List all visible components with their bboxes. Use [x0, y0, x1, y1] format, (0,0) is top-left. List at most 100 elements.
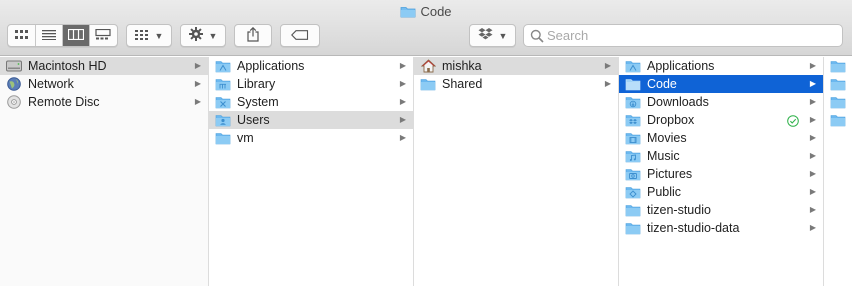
chevron-right-icon: ▶: [809, 151, 817, 160]
dropbox-button[interactable]: ▼: [469, 24, 516, 47]
column-view-icon: [67, 28, 84, 43]
column-volumes: Macintosh HD ▶ Network ▶ Remote Disc ▶: [0, 57, 209, 286]
chevron-right-icon: ▶: [809, 61, 817, 70]
chevron-right-icon: ▶: [399, 133, 407, 142]
list-item[interactable]: [824, 75, 852, 93]
list-item-users[interactable]: Users ▶: [209, 111, 413, 129]
list-item-downloads[interactable]: Downloads ▶: [619, 93, 823, 111]
folder-movies-icon: [625, 131, 641, 145]
folder-music-icon: [625, 149, 641, 163]
chevron-right-icon: ▶: [604, 61, 612, 70]
list-item-label: Network: [28, 77, 74, 91]
list-item-pictures[interactable]: Pictures ▶: [619, 165, 823, 183]
gear-icon: [188, 27, 203, 44]
list-item-movies[interactable]: Movies ▶: [619, 129, 823, 147]
folder-icon: [420, 77, 436, 91]
dropbox-icon: [478, 27, 493, 44]
list-item-network[interactable]: Network ▶: [0, 75, 208, 93]
chevron-right-icon: ▶: [399, 97, 407, 106]
chevron-right-icon: ▶: [809, 205, 817, 214]
list-item-library[interactable]: Library ▶: [209, 75, 413, 93]
list-item-tizen-studio-data[interactable]: tizen-studio-data ▶: [619, 219, 823, 237]
list-item-label: Users: [237, 113, 270, 127]
folder-applications-icon: [215, 59, 231, 73]
list-item-label: Dropbox: [647, 113, 695, 127]
list-item-system[interactable]: System ▶: [209, 93, 413, 111]
list-item-label: Downloads: [647, 95, 709, 109]
folder-dropbox-icon: [625, 113, 641, 127]
list-item-shared[interactable]: Shared ▶: [414, 75, 618, 93]
chevron-right-icon: ▶: [809, 97, 817, 106]
list-item-applications[interactable]: Applications ▶: [209, 57, 413, 75]
chevron-right-icon: ▶: [809, 115, 817, 124]
column-view-button[interactable]: [62, 25, 90, 46]
list-item[interactable]: [824, 57, 852, 75]
list-view-button[interactable]: [36, 25, 63, 46]
share-button[interactable]: [234, 24, 272, 47]
list-item-music[interactable]: Music ▶: [619, 147, 823, 165]
list-item-dropbox[interactable]: Dropbox ▶: [619, 111, 823, 129]
list-item-label: Public: [647, 185, 682, 199]
group-icon: [134, 29, 149, 43]
list-item[interactable]: [824, 93, 852, 111]
share-icon: [247, 26, 259, 45]
column-users: mishka ▶ Shared ▶: [414, 57, 619, 286]
tag-icon: [291, 29, 309, 43]
chevron-right-icon: ▶: [809, 187, 817, 196]
list-item-macintosh-hd[interactable]: Macintosh HD ▶: [0, 57, 208, 75]
folder-icon: [830, 113, 846, 127]
folder-icon: [830, 95, 846, 109]
list-item-label: Remote Disc: [28, 95, 100, 109]
list-item-label: System: [237, 95, 279, 109]
icon-view-button[interactable]: [9, 25, 36, 46]
view-mode-control: [7, 24, 118, 47]
list-item-mishka[interactable]: mishka ▶: [414, 57, 618, 75]
folder-icon: [625, 203, 641, 217]
folder-applications-icon: [625, 59, 641, 73]
gallery-view-icon: [95, 28, 111, 43]
chevron-down-icon: ▼: [154, 30, 164, 41]
list-item-label: Library: [237, 77, 276, 91]
list-item-applications[interactable]: Applications ▶: [619, 57, 823, 75]
list-item-vm[interactable]: vm ▶: [209, 129, 413, 147]
folder-public-icon: [625, 185, 641, 199]
list-item-public[interactable]: Public ▶: [619, 183, 823, 201]
list-item-label: Macintosh HD: [28, 59, 107, 73]
chevron-right-icon: ▶: [604, 79, 612, 88]
gallery-view-button[interactable]: [90, 25, 117, 46]
harddisk-icon: [6, 59, 22, 73]
list-item-label: tizen-studio: [647, 203, 711, 217]
window-title-text: Code: [420, 4, 452, 19]
chevron-right-icon: ▶: [194, 97, 202, 106]
list-item-code[interactable]: Code ▶: [619, 75, 823, 93]
disc-icon: [6, 95, 22, 109]
column-mishka: Applications ▶ Code ▶ Downloads ▶ Dropbo…: [619, 57, 824, 286]
search-input[interactable]: [547, 27, 837, 44]
list-item-tizen-studio[interactable]: tizen-studio ▶: [619, 201, 823, 219]
list-item-label: tizen-studio-data: [647, 221, 740, 235]
chevron-right-icon: ▶: [194, 61, 202, 70]
list-item[interactable]: [824, 111, 852, 129]
chevron-right-icon: ▶: [809, 223, 817, 232]
list-item-label: Pictures: [647, 167, 693, 181]
search-field[interactable]: [523, 24, 843, 47]
list-item-remote-disc[interactable]: Remote Disc ▶: [0, 93, 208, 111]
chevron-right-icon: ▶: [399, 115, 407, 124]
toolbar: Code ▼ ▼ ▼ Search: [0, 0, 852, 56]
chevron-down-icon: ▼: [498, 30, 508, 41]
window-title: Code: [0, 4, 852, 21]
folder-library-icon: [215, 77, 231, 91]
group-button[interactable]: ▼: [126, 24, 172, 47]
folder-icon: [625, 77, 641, 91]
folder-downloads-icon: [625, 95, 641, 109]
action-button[interactable]: ▼: [180, 24, 226, 47]
list-item-label: Music: [647, 149, 680, 163]
chevron-right-icon: ▶: [399, 61, 407, 70]
column-macintosh-hd: Applications ▶ Library ▶ System ▶ Users …: [209, 57, 414, 286]
folder-pictures-icon: [625, 167, 641, 181]
list-item-label: Code: [647, 77, 677, 91]
tag-button[interactable]: [280, 24, 320, 47]
list-item-label: Movies: [647, 131, 687, 145]
chevron-right-icon: ▶: [809, 79, 817, 88]
home-icon: [420, 59, 436, 73]
